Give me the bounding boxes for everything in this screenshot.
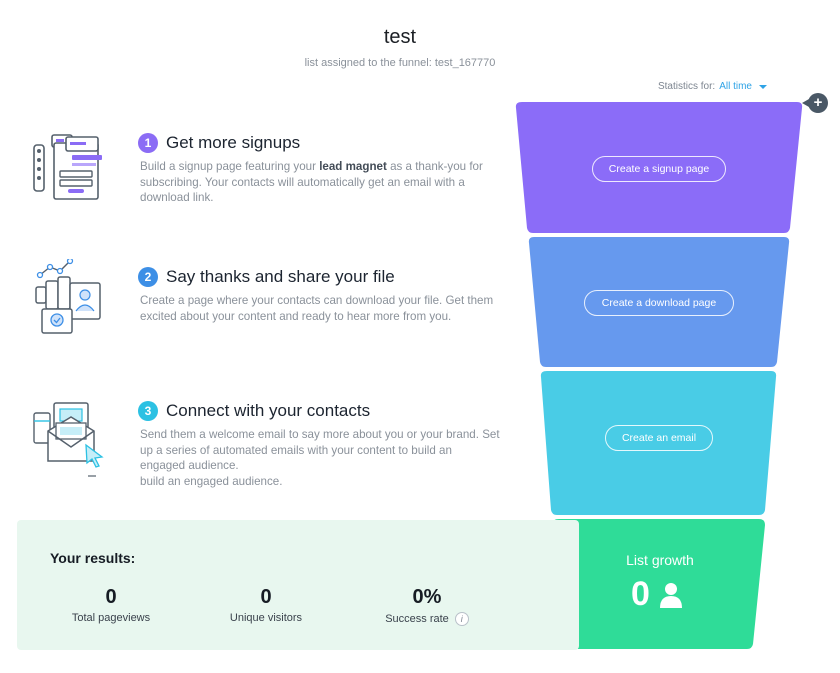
step-1-desc-prefix: Build a signup page featuring your — [140, 160, 320, 173]
step-1-description: Build a signup page featuring your lead … — [140, 159, 500, 206]
step-1-number: 1 — [138, 133, 158, 153]
total-pageviews-label: Total pageviews — [71, 612, 151, 624]
create-email-button[interactable]: Create an email — [605, 425, 713, 451]
metric-unique-visitors: 0 Unique visitors — [206, 586, 326, 624]
step-1-desc-bold: lead magnet — [319, 160, 387, 173]
download-file-icon — [35, 259, 101, 334]
add-stage-button[interactable]: + — [802, 93, 828, 113]
success-rate-label-row: Success rate i — [362, 612, 492, 626]
unique-visitors-label: Unique visitors — [229, 612, 303, 624]
step-3-header: 3 Connect with your contacts — [138, 401, 370, 421]
person-icon — [660, 583, 682, 608]
list-growth: List growth 0 — [553, 520, 767, 650]
info-icon[interactable]: i — [454, 612, 469, 626]
step-3-heading: Connect with your contacts — [166, 401, 371, 420]
step-2-heading: Say thanks and share your file — [166, 267, 395, 286]
email-envelope-icon — [33, 402, 104, 477]
signup-form-icon — [33, 134, 102, 200]
step-3-desc-main: Send them a welcome email to say more ab… — [140, 428, 500, 472]
step-3-number: 3 — [138, 401, 158, 421]
create-download-page-button[interactable]: Create a download page — [584, 290, 734, 316]
metric-success-rate: 0% Success rate i — [362, 586, 492, 626]
results-title: Your results: — [50, 550, 136, 566]
success-rate-label: Success rate — [385, 612, 449, 625]
metric-total-pageviews: 0 Total pageviews — [51, 586, 171, 624]
create-signup-page-button[interactable]: Create a signup page — [592, 156, 726, 182]
unique-visitors-value: 0 — [260, 586, 272, 608]
step-1-header: 1 Get more signups — [138, 133, 300, 153]
step-3-desc-extra: build an engaged audience. — [140, 474, 283, 488]
list-growth-value: 0 — [631, 575, 650, 613]
total-pageviews-value: 0 — [105, 586, 117, 608]
step-2-number: 2 — [138, 267, 158, 287]
step-2-header: 2 Say thanks and share your file — [138, 267, 395, 287]
list-growth-title: List growth — [626, 552, 694, 568]
step-1-heading: Get more signups — [166, 133, 301, 152]
step-2-description: Create a page where your contacts can do… — [140, 294, 494, 323]
success-rate-value: 0% — [412, 586, 442, 608]
results-panel: Your results: 0 Total pageviews 0 Unique… — [17, 520, 579, 650]
step-3-description: Send them a welcome email to say more ab… — [140, 427, 500, 489]
